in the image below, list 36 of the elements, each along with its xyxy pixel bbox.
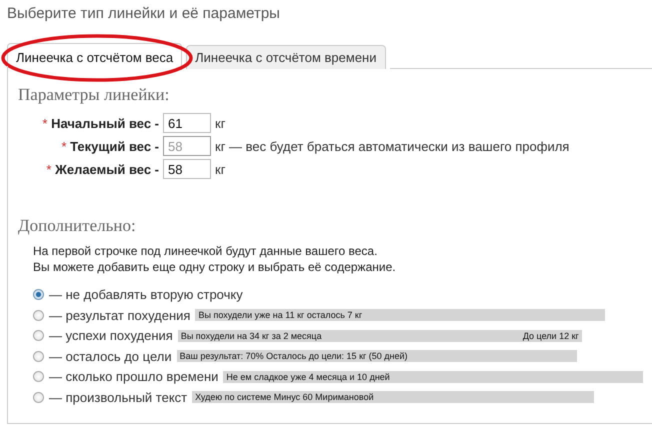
preview-text: До цели 12 кг xyxy=(522,330,579,341)
preview-text: Ваш результат: 70% Осталось до цели: 15 кг (50 дней) xyxy=(180,351,408,362)
preview-text: Вы похудели на 34 кг за 2 месяца xyxy=(180,330,322,341)
required-mark: * xyxy=(46,162,52,176)
unit-label: кг xyxy=(215,162,226,176)
radio-button[interactable] xyxy=(33,289,44,300)
required-mark: * xyxy=(42,116,48,130)
radio-button[interactable] xyxy=(33,371,44,382)
option-label: — результат похудения xyxy=(49,308,190,323)
option-label: — успехи похудения xyxy=(49,328,173,344)
unit-label: кг xyxy=(215,116,226,130)
radio-button[interactable] xyxy=(33,330,44,342)
section-heading: Параметры линейки: xyxy=(18,85,170,105)
radio-button[interactable] xyxy=(33,392,44,403)
tab[interactable]: Линеечка с отсчётом времени xyxy=(186,45,386,69)
option-label: — не добавлять вторую строчку xyxy=(49,287,243,302)
field-label: Желаемый вес - xyxy=(55,162,159,176)
preview-text: Не ем сладкое уже 4 месяца и 10 дней xyxy=(226,372,390,382)
page-title: Выберите тип линейки и её параметры xyxy=(7,5,280,22)
option-label: — сколько прошло времени xyxy=(49,369,218,384)
description-text: На первой строчке под линеечкой будут данные вашего веса. xyxy=(33,243,378,259)
required-mark: * xyxy=(61,138,66,154)
section-heading: Дополнительно: xyxy=(18,216,136,236)
weight-input[interactable]: 61 xyxy=(163,113,211,133)
option-label: — произвольный текст xyxy=(49,390,188,405)
field-label: Текущий вес - xyxy=(70,138,159,154)
tab[interactable]: Линеечка с отсчётом веса xyxy=(7,43,182,70)
weight-input[interactable]: 58 xyxy=(163,159,211,179)
radio-button[interactable] xyxy=(33,310,44,321)
unit-label: кг — вес будет браться автоматически из вашего профиля xyxy=(215,138,570,154)
preview-text: Худею по системе Минус 60 Миримановой xyxy=(195,392,374,402)
option-label: — осталось до цели xyxy=(49,348,172,364)
preview-text: Вы похудели уже на 11 кг осталось 7 кг xyxy=(198,310,362,320)
radio-button[interactable] xyxy=(33,350,44,362)
description-text: Вы можете добавить еще одну строку и выбрать её содержание. xyxy=(33,259,396,275)
field-label: Начальный вес - xyxy=(51,116,159,130)
